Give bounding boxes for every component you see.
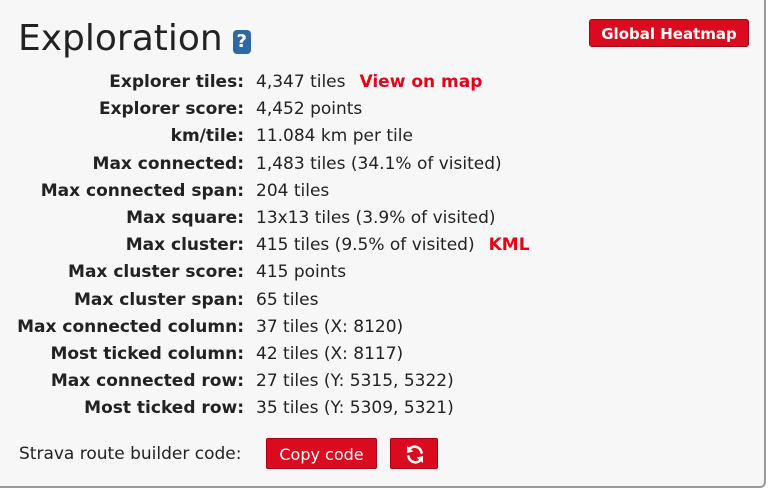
stat-label: Max connected row: — [50, 371, 244, 392]
stat-value: 27 tiles (Y: 5315, 5322) — [256, 371, 454, 392]
stat-label: Most ticked row: — [84, 398, 244, 419]
stat-value: 35 tiles (Y: 5309, 5321) — [256, 398, 454, 419]
stat-value: 4,347 tiles View on map — [256, 69, 482, 96]
stat-value: 65 tiles — [256, 289, 319, 310]
refresh-icon — [407, 445, 423, 464]
stat-label: Max square: — [126, 207, 244, 228]
stat-value: 1,483 tiles (34.1% of visited) — [256, 153, 502, 174]
stat-label: Max cluster score: — [68, 262, 244, 283]
stat-value: 204 tiles — [256, 180, 330, 201]
help-icon[interactable]: ? — [232, 30, 251, 54]
refresh-button[interactable] — [390, 438, 438, 469]
view-on-map-link[interactable]: View on map — [360, 72, 483, 92]
stat-label: Max connected span: — [40, 180, 244, 201]
stat-value: 42 tiles (X: 8117) — [256, 343, 404, 364]
global-heatmap-button[interactable]: Global Heatmap — [589, 19, 749, 47]
copy-code-button[interactable]: Copy code — [266, 438, 377, 469]
stat-value-text: 415 tiles (9.5% of visited) — [256, 235, 475, 256]
stat-label: Explorer score: — [98, 99, 244, 120]
title-text: Exploration — [18, 18, 223, 59]
stat-label: Explorer tiles: — [109, 72, 244, 92]
stat-value: 13x13 tiles (3.9% of visited) — [256, 207, 496, 228]
stat-label: km/tile: — [170, 126, 244, 147]
stat-label: Max connected: — [92, 153, 244, 174]
stat-value: 415 tiles (9.5% of visited) KML — [256, 232, 530, 259]
kml-link[interactable]: KML — [489, 235, 530, 255]
stat-value: 11.084 km per tile — [256, 126, 413, 147]
stat-label: Max connected column: — [17, 316, 244, 337]
page-title: Exploration ? — [18, 17, 251, 61]
stat-label: Most ticked column: — [50, 343, 244, 364]
exploration-panel: Exploration ? Global Heatmap Explorer ti… — [0, 0, 766, 488]
stat-label: Max cluster span: — [73, 289, 244, 310]
stat-label: Max cluster: — [125, 235, 244, 256]
stat-value-text: 4,347 tiles — [256, 72, 346, 92]
stat-value: 37 tiles (X: 8120) — [256, 316, 404, 337]
stat-value: 4,452 points — [256, 99, 363, 120]
route-builder-label: Strava route builder code: — [19, 444, 242, 464]
stat-value: 415 points — [256, 262, 347, 283]
